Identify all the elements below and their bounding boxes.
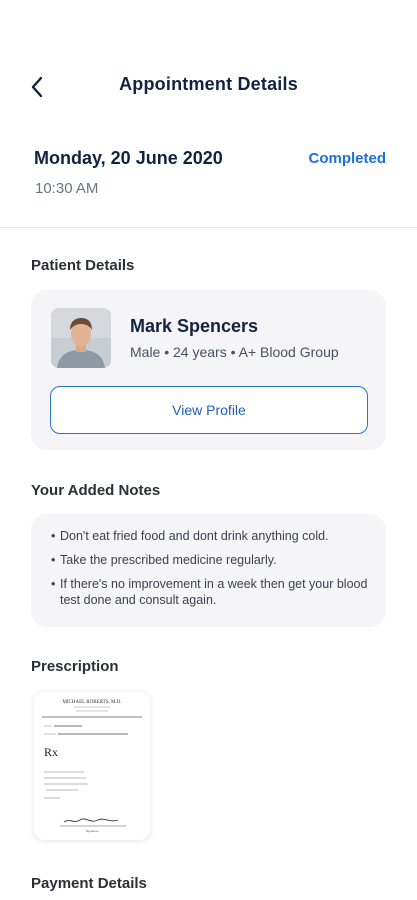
prescription-heading: Prescription bbox=[31, 658, 119, 675]
notes-card: • Don't eat fried food and dont drink any… bbox=[31, 514, 386, 627]
note-text: If there's no improvement in a week then… bbox=[60, 577, 368, 607]
app-header: Appointment Details bbox=[0, 62, 417, 110]
list-item: • Don't eat fried food and dont drink any… bbox=[51, 528, 368, 544]
prescription-rx: Rx bbox=[44, 745, 58, 759]
page-title: Appointment Details bbox=[119, 74, 298, 94]
patient-name: Mark Spencers bbox=[130, 316, 259, 336]
note-text: Don't eat fried food and dont drink anyt… bbox=[60, 529, 329, 543]
notes-heading: Your Added Notes bbox=[31, 482, 161, 499]
patient-meta: Male • 24 years • A+ Blood Group bbox=[130, 344, 339, 360]
appointment-summary: Monday, 20 June 2020 10:30 AM Completed bbox=[0, 140, 417, 228]
appointment-date: Monday, 20 June 2020 bbox=[34, 148, 223, 168]
list-item: • If there's no improvement in a week the… bbox=[51, 577, 368, 607]
prescription-doctor: MICHAEL ROBERTS, M.D. bbox=[62, 700, 121, 705]
patient-details-heading: Patient Details bbox=[31, 257, 135, 274]
note-text: Take the prescribed medicine regularly. bbox=[60, 553, 277, 567]
status-badge: Completed bbox=[308, 150, 386, 167]
list-item: • Take the prescribed medicine regularly. bbox=[51, 552, 368, 568]
avatar bbox=[51, 308, 111, 368]
appointment-time: 10:30 AM bbox=[35, 180, 99, 197]
payment-details-heading: Payment Details bbox=[31, 875, 147, 892]
view-profile-button[interactable]: View Profile bbox=[50, 386, 368, 434]
prescription-signature-label: Signature bbox=[86, 829, 99, 833]
prescription-thumbnail[interactable]: MICHAEL ROBERTS, M.D. Rx Signature bbox=[34, 692, 150, 840]
patient-card: Mark Spencers Male • 24 years • A+ Blood… bbox=[31, 290, 386, 450]
